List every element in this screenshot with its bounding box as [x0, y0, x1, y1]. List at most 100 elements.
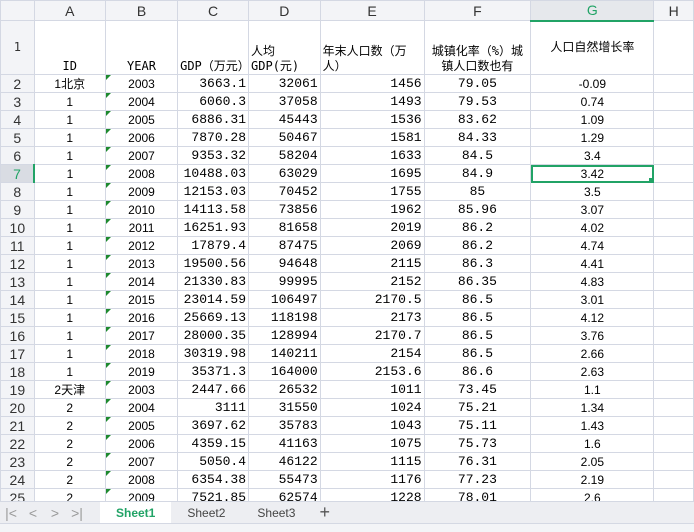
cell-D25[interactable]: 62574: [248, 488, 321, 501]
cell-C10[interactable]: 16251.93: [177, 218, 250, 237]
cell-B4[interactable]: 2005: [104, 110, 179, 129]
first-sheet-icon[interactable]: |<: [0, 505, 22, 521]
cell-C21[interactable]: 3697.62: [177, 416, 250, 435]
cell-E6[interactable]: 1633: [319, 146, 425, 165]
row-header[interactable]: 2: [0, 74, 35, 93]
row-header[interactable]: 15: [0, 308, 35, 327]
cell-C12[interactable]: 19500.56: [177, 254, 250, 273]
cell-A11[interactable]: 1: [33, 236, 106, 255]
cell-D3[interactable]: 37058: [248, 92, 321, 111]
cell[interactable]: [653, 218, 694, 237]
row-header[interactable]: 25: [0, 488, 35, 501]
cell-G11[interactable]: 4.74: [530, 236, 655, 255]
cell[interactable]: [653, 128, 694, 147]
cell[interactable]: [653, 272, 694, 291]
cell-C2[interactable]: 3663.1: [177, 74, 250, 93]
cell-G5[interactable]: 1.29: [530, 128, 655, 147]
cell-B18[interactable]: 2019: [104, 362, 179, 381]
cell-C9[interactable]: 14113.58: [177, 200, 250, 219]
cell-A6[interactable]: 1: [33, 146, 106, 165]
cell-C16[interactable]: 28000.35: [177, 326, 250, 345]
cell-C20[interactable]: 3111: [177, 398, 250, 417]
cell-D10[interactable]: 81658: [248, 218, 321, 237]
cell-B19[interactable]: 2003: [104, 380, 179, 399]
cell-E18[interactable]: 2153.6: [319, 362, 425, 381]
row-header[interactable]: 3: [0, 92, 35, 111]
cell-G16[interactable]: 3.76: [530, 326, 655, 345]
cell-F12[interactable]: 86.3: [423, 254, 532, 273]
cell-D4[interactable]: 45443: [248, 110, 321, 129]
cell-A2[interactable]: 1北京: [33, 74, 106, 93]
cell-D6[interactable]: 58204: [248, 146, 321, 165]
row-header[interactable]: 19: [0, 380, 35, 399]
row-header[interactable]: 21: [0, 416, 35, 435]
cell-C11[interactable]: 17879.4: [177, 236, 250, 255]
column-header-A[interactable]: A: [33, 0, 106, 21]
cell-C7[interactable]: 10488.03: [177, 164, 250, 183]
cell-E24[interactable]: 1176: [319, 470, 425, 489]
cell-D18[interactable]: 164000: [248, 362, 321, 381]
cell-G13[interactable]: 4.83: [530, 272, 655, 291]
row-header[interactable]: 8: [0, 182, 35, 201]
cell-F17[interactable]: 86.5: [423, 344, 532, 363]
cell-F25[interactable]: 78.01: [423, 488, 532, 501]
cell-D7[interactable]: 63029: [248, 164, 321, 183]
row-header[interactable]: 18: [0, 362, 35, 381]
row-header[interactable]: 13: [0, 272, 35, 291]
cell-F16[interactable]: 86.5: [423, 326, 532, 345]
header-cell-D[interactable]: 人均GDP(元): [248, 20, 321, 75]
cell-C17[interactable]: 30319.98: [177, 344, 250, 363]
cell-E19[interactable]: 1011: [319, 380, 425, 399]
row-header[interactable]: 6: [0, 146, 35, 165]
cell-G17[interactable]: 2.66: [530, 344, 655, 363]
cell-A13[interactable]: 1: [33, 272, 106, 291]
row-header[interactable]: 1: [0, 20, 35, 75]
cell-C3[interactable]: 6060.3: [177, 92, 250, 111]
cell-B5[interactable]: 2006: [104, 128, 179, 147]
column-header-C[interactable]: C: [177, 0, 250, 21]
cell-A20[interactable]: 2: [33, 398, 106, 417]
last-sheet-icon[interactable]: >|: [66, 505, 88, 521]
cell-G10[interactable]: 4.02: [530, 218, 655, 237]
prev-sheet-icon[interactable]: <: [22, 505, 44, 521]
cell-A5[interactable]: 1: [33, 128, 106, 147]
header-cell-B[interactable]: YEAR: [104, 20, 179, 75]
cell[interactable]: [653, 416, 694, 435]
cell-A4[interactable]: 1: [33, 110, 106, 129]
next-sheet-icon[interactable]: >: [44, 505, 66, 521]
cell-C15[interactable]: 25669.13: [177, 308, 250, 327]
cell-B16[interactable]: 2017: [104, 326, 179, 345]
cell[interactable]: [653, 434, 694, 453]
cell-B6[interactable]: 2007: [104, 146, 179, 165]
cell-B9[interactable]: 2010: [104, 200, 179, 219]
row-header[interactable]: 16: [0, 326, 35, 345]
cell-E15[interactable]: 2173: [319, 308, 425, 327]
cell-C4[interactable]: 6886.31: [177, 110, 250, 129]
cell-G21[interactable]: 1.43: [530, 416, 655, 435]
cell-G24[interactable]: 2.19: [530, 470, 655, 489]
row-header[interactable]: 9: [0, 200, 35, 219]
cell-F15[interactable]: 86.5: [423, 308, 532, 327]
row-header[interactable]: 12: [0, 254, 35, 273]
column-header-B[interactable]: B: [104, 0, 179, 21]
cell-D17[interactable]: 140211: [248, 344, 321, 363]
cell-E17[interactable]: 2154: [319, 344, 425, 363]
row-header[interactable]: 4: [0, 110, 35, 129]
row-header[interactable]: 11: [0, 236, 35, 255]
cell-D5[interactable]: 50467: [248, 128, 321, 147]
cell[interactable]: [653, 20, 694, 75]
cell-F6[interactable]: 84.5: [423, 146, 532, 165]
column-header-F[interactable]: F: [423, 0, 532, 21]
cell[interactable]: [653, 470, 694, 489]
row-header[interactable]: 24: [0, 470, 35, 489]
cell-D15[interactable]: 118198: [248, 308, 321, 327]
column-header-G[interactable]: G: [530, 0, 655, 22]
sheet-tab-sheet1[interactable]: Sheet1: [100, 501, 172, 524]
cell-E21[interactable]: 1043: [319, 416, 425, 435]
cell-G25[interactable]: 2.6: [530, 488, 655, 501]
cell-F20[interactable]: 75.21: [423, 398, 532, 417]
cell-A21[interactable]: 2: [33, 416, 106, 435]
cell[interactable]: [653, 74, 694, 93]
cell-F4[interactable]: 83.62: [423, 110, 532, 129]
cell-G4[interactable]: 1.09: [530, 110, 655, 129]
